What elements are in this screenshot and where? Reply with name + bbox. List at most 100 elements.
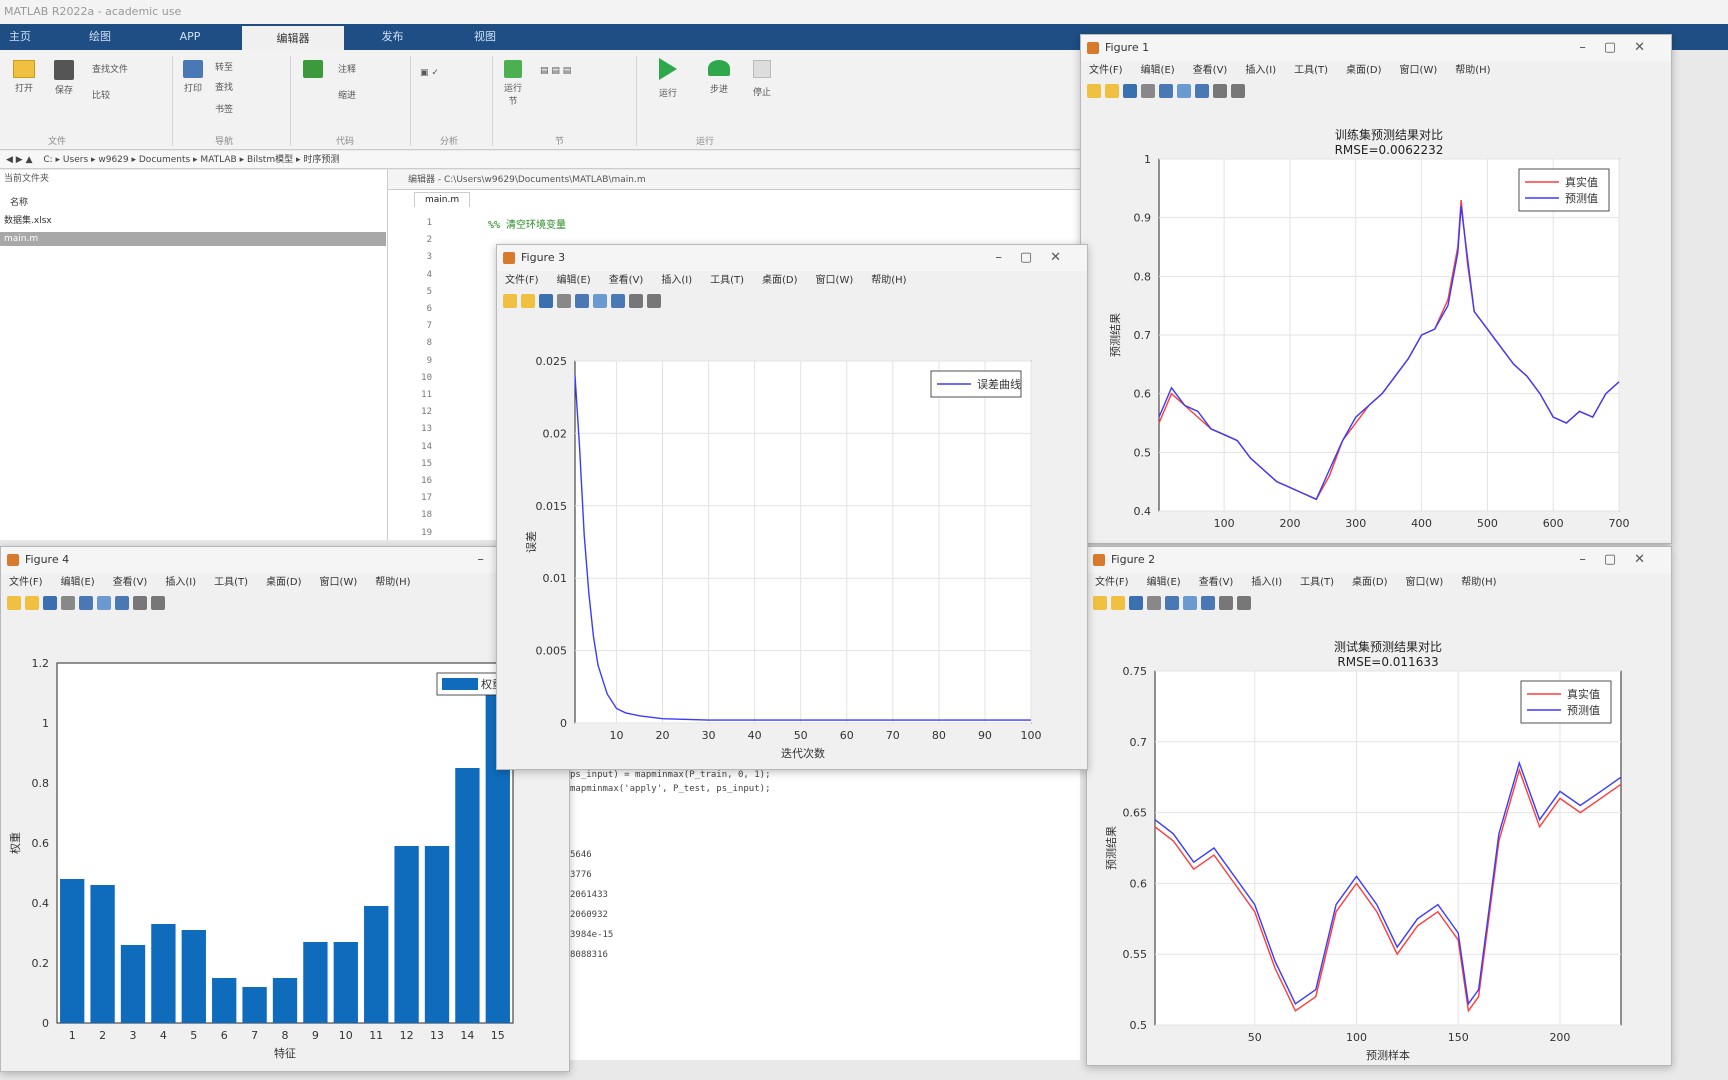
tab-apps[interactable]: APP (150, 24, 230, 50)
x-tick-label: 20 (656, 729, 670, 742)
x-tick-label: 400 (1411, 517, 1432, 530)
goto-button[interactable]: 转至 (215, 60, 275, 73)
step-button[interactable]: 步进 (705, 60, 733, 95)
new-button[interactable]: 打开 (10, 60, 38, 94)
x-tick-label: 60 (840, 729, 854, 742)
cmd-output-line: 3776 (570, 870, 592, 880)
x-axis-label: 迭代次数 (781, 746, 825, 760)
x-tick-label: 100 (1214, 517, 1235, 530)
x-tick-label: 50 (1248, 1031, 1262, 1044)
command-window[interactable]: ps_input) = mapminmax(P_train, 0, 1); ma… (570, 760, 1080, 1060)
x-tick-label: 600 (1543, 517, 1564, 530)
print-button[interactable]: 打印 (178, 60, 208, 94)
line-number: 3 (426, 252, 432, 263)
plot-title: 训练集预测结果对比 (1335, 127, 1443, 142)
x-tick-label: 9 (312, 1029, 319, 1042)
address-bar[interactable]: ◀ ▶ ▲ C: ▸ Users ▸ w9629 ▸ Documents ▸ M… (0, 151, 1080, 169)
line-number: 8 (426, 338, 432, 349)
bar-3 (120, 945, 146, 1023)
folder-nav-icons[interactable]: ◀ ▶ ▲ (6, 155, 33, 165)
y-axis-label: 误差 (524, 531, 538, 553)
group-run: 运行 (696, 137, 715, 147)
figure-4-window[interactable]: Figure 4 –▢✕ 文件(F)编辑(E)查看(V)插入(I)工具(T)桌面… (0, 546, 570, 1072)
x-tick-label: 13 (430, 1029, 444, 1042)
x-tick-label: 1 (69, 1029, 76, 1042)
compare-button[interactable]: 比较 (92, 88, 152, 101)
section-options[interactable]: ▤ ▤ ▤ (540, 60, 630, 82)
bar-1 (60, 879, 85, 1023)
x-tick-label: 100 (1346, 1031, 1367, 1044)
y-axis-label: 权重 (8, 832, 22, 854)
comment-button[interactable]: 注释 (338, 62, 398, 75)
x-tick-label: 10 (339, 1029, 353, 1042)
x-tick-label: 700 (1609, 517, 1630, 530)
legend-label: 误差曲线 (977, 377, 1021, 391)
legend-label: 真实值 (1567, 687, 1600, 701)
analyze-button[interactable]: ▣ ✓ (420, 68, 480, 78)
x-tick-label: 11 (369, 1029, 383, 1042)
window-title: MATLAB R2022a - academic use (0, 0, 1728, 24)
line-number: 1 (426, 218, 432, 228)
y-tick-label: 0.65 (1123, 807, 1148, 820)
x-tick-label: 12 (400, 1029, 414, 1042)
find-files-button[interactable]: 查找文件 (92, 62, 152, 75)
x-tick-label: 14 (460, 1029, 474, 1042)
stop-button[interactable]: 停止 (748, 60, 776, 98)
tab-plots[interactable]: 绘图 (60, 24, 140, 50)
bar-12 (394, 846, 419, 1023)
bar-4 (151, 924, 176, 1023)
tab-home[interactable]: 主页 (0, 24, 40, 50)
y-tick-label: 0 (560, 717, 567, 730)
figure-1-window[interactable]: Figure 1 –▢✕ 文件(F) 编辑(E) 查看(V) 插入(I) 工具(T) 桌面… (1080, 34, 1672, 544)
save-button[interactable]: 保存 (50, 60, 78, 96)
file-item-xlsx[interactable]: 数据集.xlsx (4, 214, 52, 228)
x-tick-label: 5 (190, 1029, 197, 1042)
bar-13 (424, 846, 450, 1023)
file-item-main[interactable]: main.m (0, 232, 386, 246)
bar-6 (212, 978, 237, 1023)
x-tick-label: 10 (609, 729, 623, 742)
group-file: 文件 (48, 137, 67, 147)
cmd-output-line: 2060932 (570, 910, 608, 920)
step-icon (708, 60, 730, 76)
figure-2-window[interactable]: Figure 2 –▢✕ 文件(F) 编辑(E) 查看(V) 插入(I) 工具(T) 桌面… (1086, 546, 1672, 1066)
tab-view[interactable]: 视图 (440, 24, 530, 50)
insert-button[interactable] (298, 60, 328, 81)
y-tick-label: 1 (42, 717, 49, 730)
column-name-header[interactable]: 名称 (10, 196, 28, 210)
y-tick-label: 0.005 (536, 645, 568, 658)
x-tick-label: 2 (99, 1029, 106, 1042)
bar-9 (303, 942, 328, 1023)
cmd-output-line: 5646 (570, 850, 592, 860)
bar-14 (455, 768, 480, 1023)
line-number: 12 (421, 407, 432, 418)
find-button[interactable]: 查找 (215, 80, 275, 93)
y-tick-label: 0.025 (536, 355, 568, 368)
axes-box (1154, 670, 1622, 1026)
x-tick-label: 30 (702, 729, 716, 742)
y-axis-label: 预测结果 (1109, 313, 1122, 357)
x-tick-label: 500 (1477, 517, 1498, 530)
current-folder-header: 当前文件夹 (4, 174, 50, 184)
legend-label: 真实值 (1565, 175, 1598, 189)
tab-publish[interactable]: 发布 (350, 24, 435, 50)
tab-editor[interactable]: 编辑器 (242, 26, 344, 50)
current-path: C: ▸ Users ▸ w9629 ▸ Documents ▸ MATLAB … (43, 155, 340, 165)
indent-button[interactable]: 缩进 (338, 88, 398, 101)
editor-tab-main[interactable]: main.m (414, 192, 471, 207)
line-number: 16 (421, 476, 432, 486)
run-section-button[interactable]: 运行节 (500, 60, 526, 107)
line-number: 9 (426, 355, 432, 366)
x-tick-label: 4 (160, 1029, 167, 1042)
y-tick-label: 0.75 (1123, 665, 1148, 678)
figure-3-window[interactable]: Figure 3 –▢✕ 文件(F) 编辑(E) 查看(V) 插入(I) 工具(T) 桌面… (496, 244, 1088, 770)
y-tick-label: 0.4 (32, 897, 50, 910)
x-tick-label: 200 (1549, 1031, 1570, 1044)
ribbon: 打开 保存 查找文件 比较 打印 转至 查找 书签 注释 缩进 ▣ ✓ 运行节 … (0, 50, 1080, 150)
run-button[interactable]: 运行 (654, 58, 682, 99)
x-tick-label: 200 (1279, 517, 1300, 530)
bookmark-button[interactable]: 书签 (215, 102, 275, 115)
cmd-output-line: 2061433 (570, 890, 608, 900)
x-tick-label: 3 (130, 1029, 137, 1042)
line-number: 18 (421, 510, 432, 521)
